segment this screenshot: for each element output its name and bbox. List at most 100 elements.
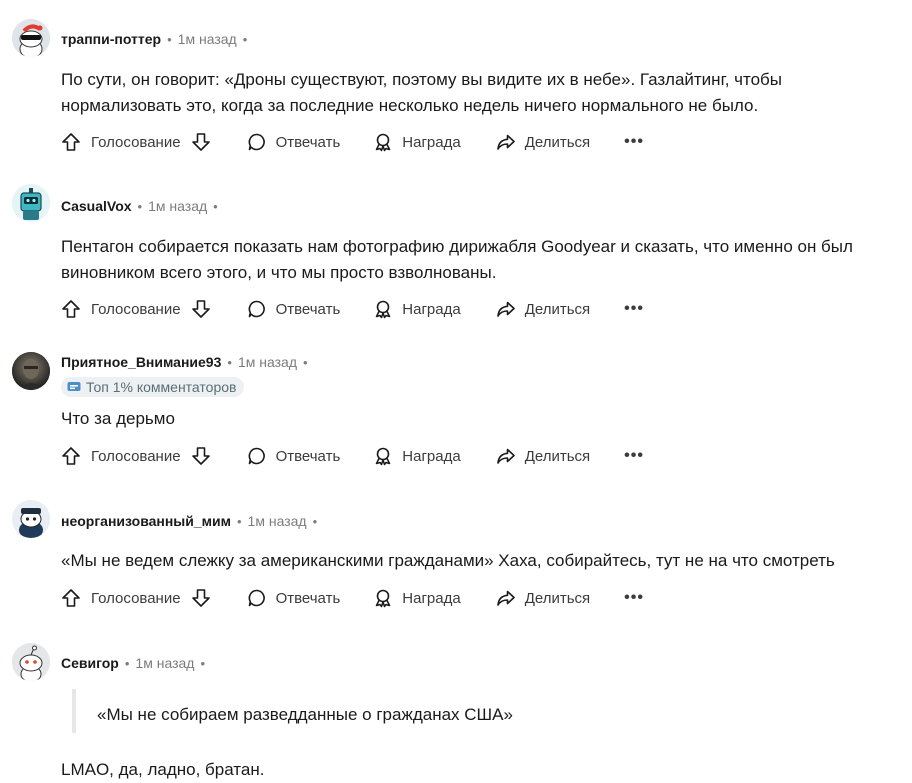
separator-dot: • [213, 198, 218, 214]
avatar[interactable] [12, 19, 50, 57]
comment-actions: Голосование Отвечать Награда Делиться ••… [61, 443, 644, 469]
share-label: Делиться [524, 589, 591, 607]
share-arrow-icon [496, 134, 515, 150]
arrow-down-icon[interactable] [191, 132, 211, 152]
award-label: Награда [402, 447, 461, 465]
reply-button[interactable]: Отвечать [247, 132, 341, 152]
arrow-up-icon[interactable] [61, 446, 81, 466]
award-label: Награда [402, 300, 461, 318]
separator-dot: • [167, 31, 172, 47]
comment-time[interactable]: 1м назад [248, 513, 307, 529]
ellipsis-icon[interactable]: ••• [624, 133, 644, 151]
ellipsis-icon[interactable]: ••• [624, 300, 644, 318]
robot-avatar-icon [12, 184, 50, 222]
comment-time[interactable]: 1м назад [178, 31, 237, 47]
share-label: Делиться [524, 447, 591, 465]
comment-body: LMAO, да, ладно, братан. [61, 760, 265, 779]
comment-time[interactable]: 1м назад [238, 354, 297, 370]
top-commenter-icon [67, 382, 81, 391]
award-icon [376, 589, 391, 608]
award-label: Награда [402, 133, 461, 151]
arrow-up-icon[interactable] [61, 588, 81, 608]
comment-body: По сути, он говорит: «Дроны существуют, … [61, 70, 782, 115]
award-icon [376, 300, 391, 319]
share-label: Делиться [524, 300, 591, 318]
separator-dot: • [227, 354, 232, 370]
arrow-down-icon[interactable] [191, 299, 211, 319]
reply-button[interactable]: Отвечать [247, 299, 341, 319]
comment-body: «Мы не ведем слежку за американскими гра… [61, 551, 835, 570]
ellipsis-icon[interactable]: ••• [624, 589, 644, 607]
speech-bubble-icon [248, 589, 265, 607]
comment-time[interactable]: 1м назад [148, 198, 207, 214]
share-button[interactable]: Делиться [496, 446, 590, 466]
comment-actions: Голосование Отвечать Награда Делиться ••… [61, 585, 644, 611]
vote-label: Голосование [91, 589, 181, 607]
comment-author[interactable]: траппи-поттер [61, 31, 161, 47]
award-button[interactable]: Награда [373, 588, 461, 608]
share-button[interactable]: Делиться [496, 299, 590, 319]
reply-label: Отвечать [275, 133, 341, 151]
arrow-up-icon[interactable] [61, 299, 81, 319]
comment-author[interactable]: Приятное_Внимание93 [61, 354, 221, 370]
comment-author[interactable]: неорганизованный_мим [61, 513, 231, 529]
avatar[interactable] [12, 184, 50, 222]
user-photo-avatar-icon [12, 352, 50, 390]
award-button[interactable]: Награда [373, 299, 461, 319]
reply-label: Отвечать [275, 447, 341, 465]
award-icon [376, 447, 391, 466]
blockquote-text: «Мы не собираем разведданные о гражданах… [97, 705, 513, 724]
vote-label: Голосование [91, 300, 181, 318]
comment-body: Что за дерьмо [61, 409, 175, 428]
vote-label: Голосование [91, 133, 181, 151]
reply-label: Отвечать [275, 300, 341, 318]
speech-bubble-icon [248, 300, 265, 318]
reply-label: Отвечать [275, 589, 341, 607]
comment-body: Пентагон собирается показать нам фотогра… [61, 237, 853, 282]
speech-bubble-icon [248, 133, 265, 151]
award-icon [376, 133, 391, 152]
separator-dot: • [303, 354, 308, 370]
avatar[interactable] [12, 352, 50, 390]
separator-dot: • [200, 655, 206, 671]
vote-control: Голосование [61, 299, 211, 319]
award-button[interactable]: Награда [373, 132, 461, 152]
share-label: Делиться [524, 133, 591, 151]
award-label: Награда [402, 589, 461, 607]
arrow-down-icon[interactable] [191, 446, 211, 466]
separator-dot: • [124, 655, 130, 671]
speech-bubble-icon [248, 447, 265, 465]
arrow-down-icon[interactable] [191, 588, 211, 608]
reply-button[interactable]: Отвечать [247, 446, 341, 466]
avatar[interactable] [12, 643, 50, 681]
vote-control: Голосование [61, 588, 211, 608]
badge-label: Топ 1% комментаторов [86, 379, 237, 395]
vote-control: Голосование [61, 446, 211, 466]
separator-dot: • [236, 513, 242, 529]
separator-dot: • [242, 31, 248, 47]
ellipsis-icon[interactable]: ••• [624, 447, 644, 465]
comment-author[interactable]: Севигор [61, 655, 119, 671]
mime-avatar-icon [12, 500, 50, 538]
snoo-avatar-icon [12, 643, 50, 681]
award-button[interactable]: Награда [373, 446, 461, 466]
blockquote-bar [72, 689, 76, 733]
share-arrow-icon [496, 301, 515, 317]
vote-label: Голосование [91, 447, 181, 465]
comment-author[interactable]: CasualVox [61, 198, 132, 214]
reply-button[interactable]: Отвечать [247, 588, 341, 608]
comment-actions: Голосование Отвечать Награда Делиться ••… [61, 129, 644, 155]
comment-time[interactable]: 1м назад [135, 655, 194, 671]
separator-dot: • [312, 513, 318, 529]
snoo-avatar-icon [12, 19, 50, 57]
vote-control: Голосование [61, 132, 211, 152]
share-button[interactable]: Делиться [496, 588, 590, 608]
share-button[interactable]: Делиться [496, 132, 590, 152]
share-arrow-icon [496, 590, 515, 606]
share-arrow-icon [496, 448, 515, 464]
top-commenter-badge[interactable]: Топ 1% комментаторов [61, 377, 245, 397]
arrow-up-icon[interactable] [61, 132, 81, 152]
avatar[interactable] [12, 500, 50, 538]
separator-dot: • [137, 198, 143, 214]
comment-actions: Голосование Отвечать Награда Делиться ••… [61, 296, 644, 322]
